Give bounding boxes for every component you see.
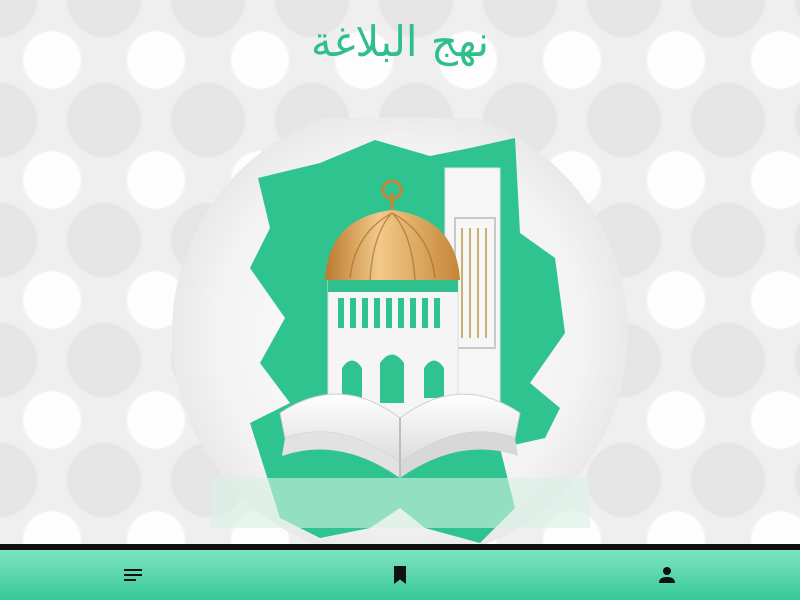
menu-button[interactable] [109, 555, 157, 595]
mosque-book-illustration [172, 118, 628, 548]
bottom-navigation-bar [0, 550, 800, 600]
bookmarks-button[interactable] [376, 555, 424, 595]
profile-button[interactable] [643, 555, 691, 595]
bookmark-icon [393, 566, 406, 584]
app-title: نهج البلاغة [310, 17, 490, 66]
menu-icon [124, 569, 143, 581]
person-icon [658, 567, 675, 583]
